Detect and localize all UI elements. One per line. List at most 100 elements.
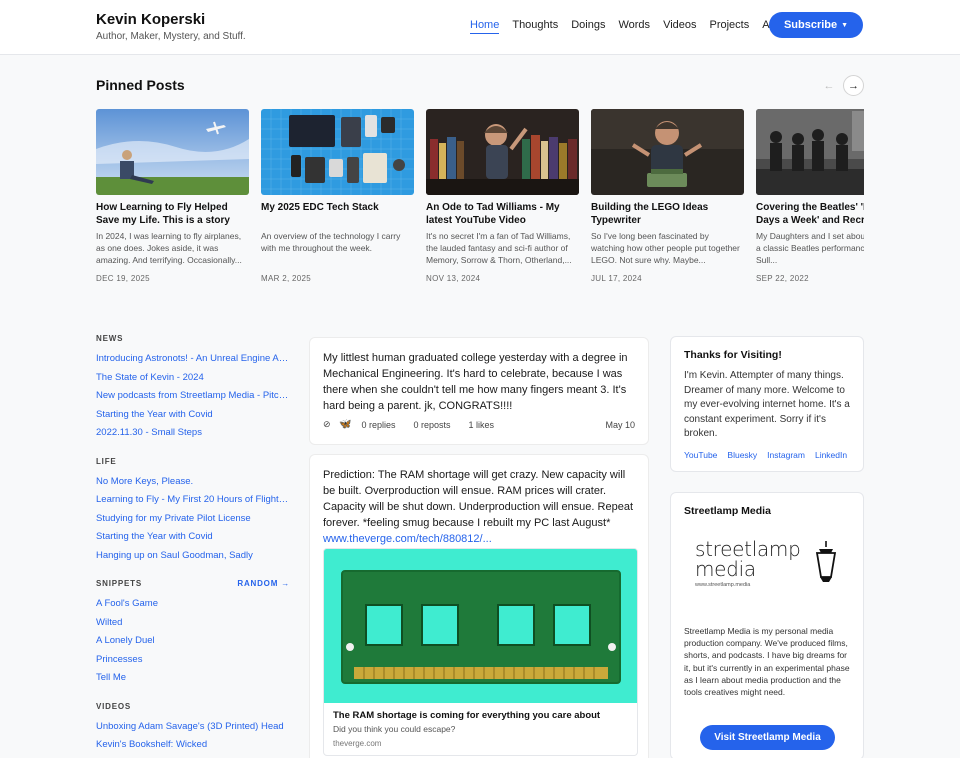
- snippets-section: SNIPPETS RANDOM → A Fool's Game Wilted A…: [96, 579, 290, 688]
- pinned-card[interactable]: Building the LEGO Ideas Typewriter So I'…: [591, 109, 744, 283]
- life-link[interactable]: No More Keys, Please.: [96, 473, 290, 492]
- post-link[interactable]: www.theverge.com/tech/880812/...: [310, 531, 648, 547]
- pinned-card[interactable]: Covering the Beatles' 'Eight Days a Week…: [756, 109, 864, 283]
- card-title: How Learning to Fly Helped Save my Life.…: [96, 202, 230, 226]
- social-links: YouTube Bluesky Instagram LinkedIn: [671, 442, 863, 460]
- carousel-prev-button[interactable]: ←: [819, 76, 839, 96]
- card-title: My 2025 EDC Tech Stack: [261, 202, 379, 213]
- card-excerpt: My Daughters and I set about recreating …: [756, 231, 864, 265]
- card-title: Covering the Beatles' 'Eight Days a Week…: [756, 202, 864, 226]
- life-link[interactable]: Learning to Fly - My First 20 Hours of F…: [96, 491, 290, 510]
- link-preview-card[interactable]: The RAM shortage is coming for everythin…: [323, 548, 638, 756]
- life-link[interactable]: Studying for my Private Pilot License: [96, 510, 290, 529]
- streetlamp-text: Streetlamp Media is my personal media pr…: [684, 626, 850, 698]
- bluesky-link[interactable]: Bluesky: [727, 450, 757, 460]
- nav-projects[interactable]: Projects: [710, 19, 750, 34]
- streetlamp-icon: [815, 541, 837, 582]
- pinned-card[interactable]: My 2025 EDC Tech Stack An overview of th…: [261, 109, 414, 283]
- pinned-card[interactable]: How Learning to Fly Helped Save my Life.…: [96, 109, 249, 283]
- nav-home[interactable]: Home: [470, 19, 500, 34]
- section-heading: LIFE: [96, 457, 290, 466]
- post-text: My littlest human graduated college yest…: [323, 352, 628, 412]
- card-date: MAR 2, 2025: [261, 274, 311, 283]
- chevron-down-icon: ▼: [841, 21, 849, 29]
- category-sidebar: NEWS Introducing Astronots! - An Unreal …: [96, 334, 290, 758]
- link-preview-domain: theverge.com: [333, 739, 382, 748]
- card-excerpt: In 2024, I was learning to fly airplanes…: [96, 231, 242, 265]
- snippet-link[interactable]: Wilted: [96, 614, 290, 633]
- random-snippet-link[interactable]: RANDOM →: [237, 579, 290, 588]
- arrow-left-icon: ←: [823, 80, 835, 92]
- bluesky-icon[interactable]: 🦋: [339, 419, 351, 430]
- main-nav: Home Thoughts Doings Words Videos Projec…: [470, 19, 804, 34]
- news-link[interactable]: Introducing Astronots! - An Unreal Engin…: [96, 350, 290, 369]
- arrow-right-icon: →: [848, 79, 859, 92]
- card-thumbnail: [756, 109, 864, 195]
- nav-words[interactable]: Words: [618, 19, 650, 34]
- visiting-widget: Thanks for Visiting! I'm Kevin. Attempte…: [670, 336, 864, 472]
- snippet-link[interactable]: Tell Me: [96, 669, 290, 688]
- news-section: NEWS Introducing Astronots! - An Unreal …: [96, 334, 290, 443]
- post-date[interactable]: May 10: [605, 420, 635, 430]
- card-thumbnail: [261, 109, 414, 195]
- news-link[interactable]: The State of Kevin - 2024: [96, 369, 290, 388]
- link-preview-description: Did you think you could escape?: [333, 724, 456, 734]
- card-title: An Ode to Tad Williams - My latest YouTu…: [426, 202, 560, 226]
- nav-doings[interactable]: Doings: [571, 19, 605, 34]
- site-title[interactable]: Kevin Koperski: [96, 11, 205, 28]
- card-title: Building the LEGO Ideas Typewriter: [591, 202, 709, 226]
- nav-videos[interactable]: Videos: [663, 19, 696, 34]
- card-excerpt: So I've long been fascinated by watching…: [591, 231, 740, 265]
- card-thumbnail: [426, 109, 579, 195]
- snippet-link[interactable]: A Lonely Duel: [96, 632, 290, 651]
- card-date: SEP 22, 2022: [756, 274, 809, 283]
- news-link[interactable]: Starting the Year with Covid: [96, 406, 290, 425]
- card-excerpt: An overview of the technology I carry wi…: [261, 231, 401, 253]
- snippet-link[interactable]: A Fool's Game: [96, 595, 290, 614]
- life-section: LIFE No More Keys, Please. Learning to F…: [96, 457, 290, 566]
- video-link[interactable]: Kevin's Bookshelf: Wicked: [96, 736, 290, 755]
- card-date: JUL 17, 2024: [591, 274, 642, 283]
- news-link[interactable]: 2022.11.30 - Small Steps: [96, 424, 290, 443]
- life-link[interactable]: Starting the Year with Covid: [96, 528, 290, 547]
- news-heading: NEWS: [96, 334, 124, 343]
- link-icon[interactable]: ⊘: [323, 419, 335, 430]
- carousel-next-button[interactable]: →: [843, 75, 864, 96]
- card-thumbnail: [591, 109, 744, 195]
- life-heading: LIFE: [96, 456, 117, 466]
- link-preview-image: [324, 549, 637, 703]
- visiting-title: Thanks for Visiting!: [684, 349, 782, 361]
- card-excerpt: It's no secret I'm a fan of Tad Williams…: [426, 231, 572, 265]
- video-link[interactable]: Unboxing Adam Savage's (3D Printed) Head: [96, 718, 290, 737]
- news-link[interactable]: New podcasts from Streetlamp Media - Pit…: [96, 387, 290, 406]
- snippet-link[interactable]: Princesses: [96, 651, 290, 670]
- section-heading: SNIPPETS RANDOM →: [96, 579, 290, 588]
- feed-post: My littlest human graduated college yest…: [309, 337, 649, 445]
- section-heading: NEWS: [96, 334, 290, 343]
- instagram-link[interactable]: Instagram: [767, 450, 805, 460]
- life-link[interactable]: Hanging up on Saul Goodman, Sadly: [96, 547, 290, 566]
- streetlamp-widget: Streetlamp Media streetlamp media www.st…: [670, 492, 864, 758]
- snippets-heading: SNIPPETS: [96, 579, 142, 588]
- subscribe-button[interactable]: Subscribe ▼: [769, 12, 863, 38]
- videos-heading: VIDEOS: [96, 701, 132, 711]
- visit-streetlamp-button[interactable]: Visit Streetlamp Media: [700, 725, 835, 750]
- youtube-link[interactable]: YouTube: [684, 450, 717, 460]
- card-date: DEC 19, 2025: [96, 274, 150, 283]
- videos-section: VIDEOS Unboxing Adam Savage's (3D Printe…: [96, 702, 290, 755]
- likes-count[interactable]: 1 likes: [469, 420, 495, 430]
- pinned-carousel: How Learning to Fly Helped Save my Life.…: [96, 109, 864, 289]
- pinned-card[interactable]: An Ode to Tad Williams - My latest YouTu…: [426, 109, 579, 283]
- post-meta: ⊘ 🦋 0 replies 0 reposts 1 likes May 10: [323, 419, 635, 430]
- linkedin-link[interactable]: LinkedIn: [815, 450, 847, 460]
- reposts-count[interactable]: 0 reposts: [413, 420, 450, 430]
- post-text: Prediction: The RAM shortage will get cr…: [323, 469, 634, 529]
- site-tagline: Author, Maker, Mystery, and Stuff.: [96, 31, 246, 42]
- nav-thoughts[interactable]: Thoughts: [512, 19, 558, 34]
- streetlamp-logo[interactable]: streetlamp media www.streetlamp.media: [695, 539, 845, 599]
- subscribe-label: Subscribe: [783, 19, 838, 31]
- pinned-heading: Pinned Posts: [96, 77, 185, 93]
- card-date: NOV 13, 2024: [426, 274, 481, 283]
- site-header: Kevin Koperski Author, Maker, Mystery, a…: [0, 0, 960, 55]
- replies-count[interactable]: 0 replies: [361, 420, 395, 430]
